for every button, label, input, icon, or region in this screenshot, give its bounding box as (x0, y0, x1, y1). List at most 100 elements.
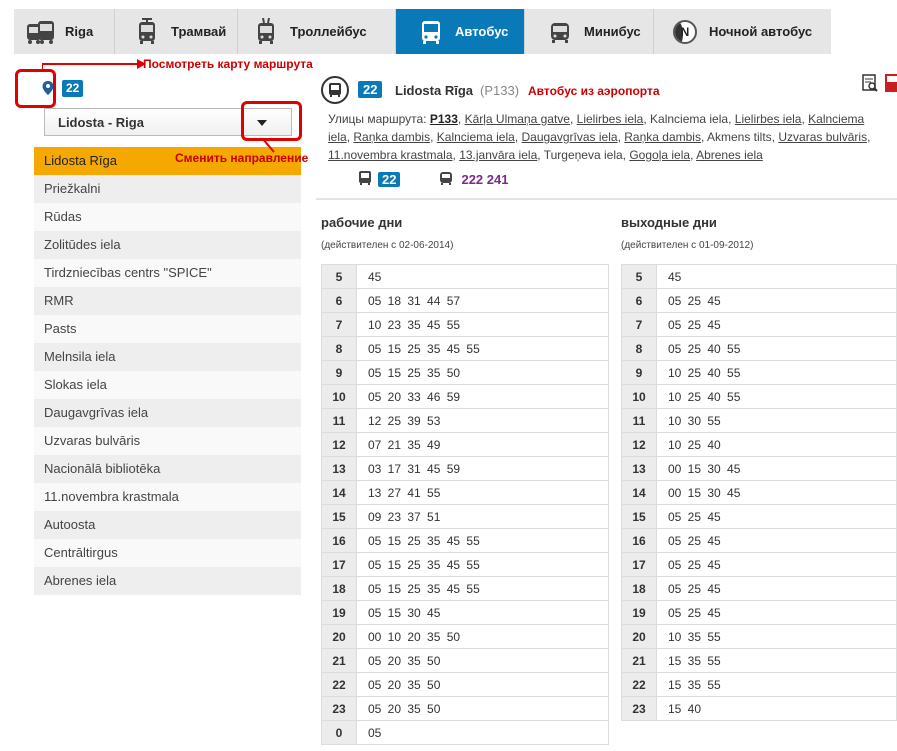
hour-cell: 10 (621, 384, 657, 409)
transport-tabs: Riga Трамвай Троллейбус Автобус Минибус … (14, 9, 831, 54)
tab-tram[interactable]: Трамвай (115, 9, 238, 54)
minutes-cell: 00 15 30 45 (656, 456, 897, 481)
transfer-bus-badge[interactable]: 22 (378, 171, 401, 187)
street-link[interactable]: Kalnciema iela (437, 130, 515, 144)
timetable-row: 23 15 40 (621, 696, 897, 721)
street-link[interactable]: Uzvaras bulvāris (778, 130, 867, 144)
minutes-cell: 05 25 45 (656, 576, 897, 601)
stop-item[interactable]: Centrāltirgus (34, 539, 301, 567)
stop-item[interactable]: Zolitūdes iela (34, 231, 301, 259)
tab-riga[interactable]: Riga (14, 9, 115, 54)
tab-bus[interactable]: Автобус (396, 9, 525, 54)
street-link[interactable]: 13.janvāra iela (459, 148, 537, 162)
map-annotation-text: Посмотреть карту маршрута (143, 57, 313, 71)
minibus-icon (439, 170, 453, 189)
route-name: Lidosta Rīga (395, 83, 474, 98)
minutes-cell: 00 15 30 45 (656, 480, 897, 505)
minutes-cell: 05 15 25 35 45 55 (356, 336, 609, 361)
transfer-routes: 22 222 241 (358, 170, 508, 188)
minutes-cell: 09 23 37 51 (356, 504, 609, 529)
street-link[interactable]: Abrenes iela (696, 148, 763, 162)
separator (316, 198, 897, 200)
hour-cell: 13 (621, 456, 657, 481)
minutes-cell: 12 25 39 53 (356, 408, 609, 433)
hour-cell: 16 (621, 528, 657, 553)
stop-item[interactable]: RMR (34, 287, 301, 315)
stop-item[interactable]: Uzvaras bulvāris (34, 427, 301, 455)
minutes-cell: 10 25 40 (656, 432, 897, 457)
timetable-row: 0 05 (321, 720, 609, 745)
timetable-row: 14 13 27 41 55 (321, 480, 609, 505)
print-icon[interactable] (861, 74, 879, 92)
street-link[interactable]: Kārļa Ulmaņa gatve (465, 112, 570, 126)
timetable-row: 11 12 25 39 53 (321, 408, 609, 433)
timetable-row: 8 05 25 40 55 (621, 336, 897, 361)
stop-item[interactable]: 11.novembra krastmala (34, 483, 301, 511)
pdf-icon[interactable] (885, 74, 897, 92)
hour-cell: 21 (621, 648, 657, 673)
street-link-main[interactable]: P133 (430, 112, 458, 126)
stop-item[interactable]: Daugavgrīvas iela (34, 399, 301, 427)
hour-cell: 8 (321, 336, 357, 361)
minutes-cell: 05 25 45 (656, 600, 897, 625)
timetable-row: 7 10 23 35 45 55 (321, 312, 609, 337)
street-link[interactable]: Daugavgrīvas iela (522, 130, 618, 144)
route-map-link[interactable]: 22 (34, 71, 301, 105)
weekends-valid-from: (действителен с 01-09-2012) (621, 240, 754, 251)
direction-value: Lidosta - Riga (58, 114, 144, 130)
timetable-row: 13 00 15 30 45 (621, 456, 897, 481)
timetable-row: 6 05 25 45 (621, 288, 897, 313)
hour-cell: 21 (321, 648, 357, 673)
route-number-badge: 22 (358, 81, 383, 98)
street-link[interactable]: 11.novembra krastmala (328, 148, 453, 162)
stop-item[interactable]: Tirdzniecības centrs "SPICE" (34, 259, 301, 287)
stop-item[interactable]: Rūdas (34, 203, 301, 231)
minutes-cell: 05 25 45 (656, 528, 897, 553)
street-link[interactable]: Raņka dambis (353, 130, 430, 144)
hour-cell: 23 (621, 696, 657, 721)
minutes-cell: 05 15 30 45 (356, 600, 609, 625)
hour-cell: 0 (321, 720, 357, 745)
street-link[interactable]: Raņka dambis (624, 130, 701, 144)
stop-item[interactable]: Melnsila iela (34, 343, 301, 371)
timetable-row: 11 10 30 55 (621, 408, 897, 433)
bus-tram-icon (26, 17, 56, 47)
tab-label: Минибус (584, 24, 641, 39)
tab-minibus[interactable]: Минибус (525, 9, 654, 54)
minutes-cell: 15 35 55 (656, 648, 897, 673)
stop-item[interactable]: Slokas iela (34, 371, 301, 399)
timetable-row: 7 05 25 45 (621, 312, 897, 337)
transfer-minibus-numbers[interactable]: 222 241 (461, 172, 508, 187)
minutes-cell: 00 10 20 35 50 (356, 624, 609, 649)
bus-icon (358, 170, 372, 189)
tab-night-bus[interactable]: N Ночной автобус (654, 9, 831, 54)
minutes-cell: 05 25 45 (656, 504, 897, 529)
street-link[interactable]: Gogoļa iela (629, 148, 690, 162)
minutes-cell: 15 40 (656, 696, 897, 721)
minutes-cell: 05 20 33 46 59 (356, 384, 609, 409)
timetable-row: 10 10 25 40 55 (621, 384, 897, 409)
timetable-row: 17 05 25 45 (621, 552, 897, 577)
street-link[interactable]: Lielirbes iela (735, 112, 802, 126)
minibus-icon (545, 17, 575, 47)
stop-item[interactable]: Pasts (34, 315, 301, 343)
timetable-row: 18 05 15 25 35 45 55 (321, 576, 609, 601)
tab-trolleybus[interactable]: Троллейбус (238, 9, 396, 54)
stop-item[interactable]: Priežkalni (34, 175, 301, 203)
minutes-cell: 05 20 35 50 (356, 696, 609, 721)
tab-label: Автобус (455, 24, 509, 39)
street-link[interactable]: Lielirbes iela (577, 112, 644, 126)
hour-cell: 9 (621, 360, 657, 385)
stop-item[interactable]: Abrenes iela (34, 567, 301, 595)
hour-cell: 14 (321, 480, 357, 505)
hour-cell: 10 (321, 384, 357, 409)
route-number-badge[interactable]: 22 (62, 79, 84, 97)
hour-cell: 15 (321, 504, 357, 529)
street-name: Akmens tilts (707, 130, 772, 144)
weekdays-title: рабочие дни (321, 215, 403, 230)
airport-note: Автобус из аэропорта (528, 84, 660, 98)
stop-item[interactable]: Nacionālā bibliotēka (34, 455, 301, 483)
stop-item[interactable]: Autoosta (34, 511, 301, 539)
timetable-row: 20 10 35 55 (621, 624, 897, 649)
timetable-row: 22 15 35 55 (621, 672, 897, 697)
